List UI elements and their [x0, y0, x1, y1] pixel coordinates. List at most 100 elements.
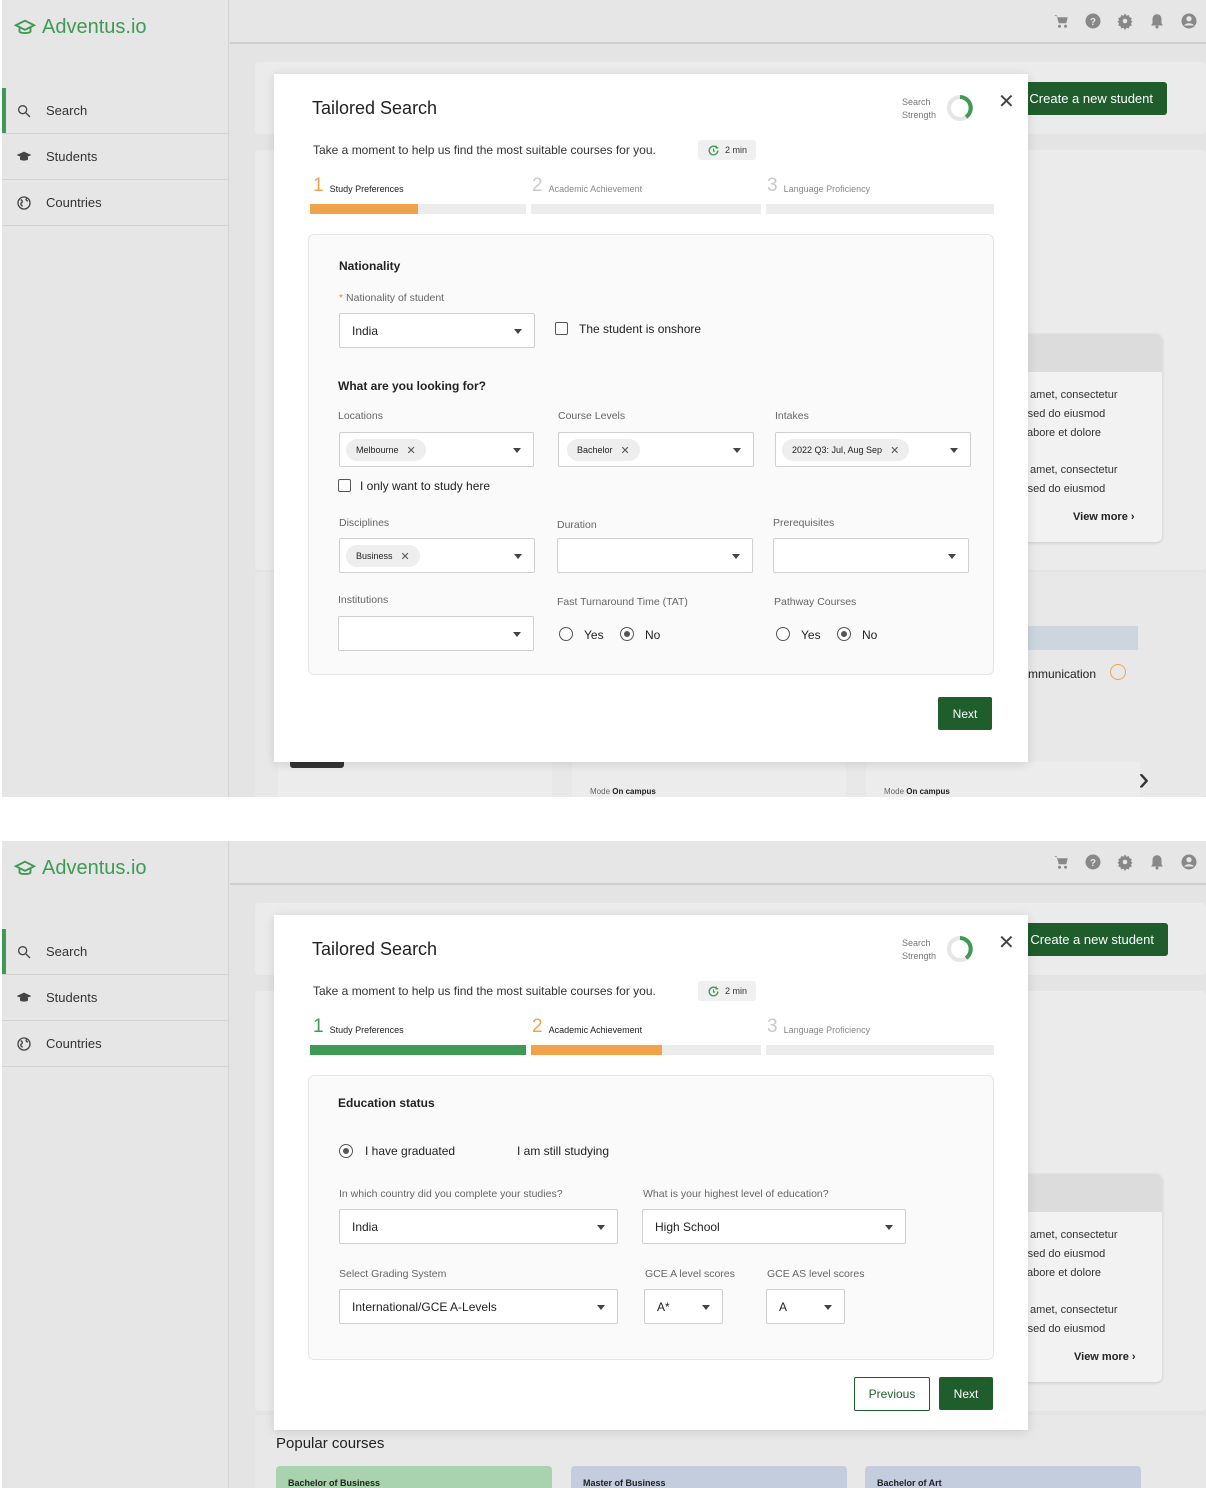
discipline-chip[interactable]: Business ✕	[346, 545, 420, 567]
study-country-select[interactable]: India	[339, 1209, 618, 1244]
locations-select[interactable]: Melbourne ✕	[339, 432, 534, 467]
step-progress-fill	[310, 204, 418, 214]
graduated-radio[interactable]	[339, 1144, 353, 1158]
bell-icon[interactable]	[1148, 853, 1166, 871]
account-icon[interactable]	[1180, 853, 1198, 871]
help-icon[interactable]: ?	[1084, 853, 1102, 871]
gear-icon[interactable]	[1116, 12, 1134, 30]
still-studying-option[interactable]: I am still studying	[517, 1144, 609, 1158]
next-button[interactable]: Next	[938, 697, 992, 730]
tat-yes-radio[interactable]	[559, 627, 573, 641]
sidebar-item-students[interactable]: Students	[2, 975, 229, 1021]
step-academic-achievement[interactable]: 2 Academic Achievement	[532, 1017, 642, 1037]
create-student-button[interactable]: Create a new student	[1016, 923, 1168, 956]
nationality-label-text: Nationality of student	[346, 292, 445, 304]
stepper: 1 Study Preferences 2 Academic Achievement…	[310, 176, 994, 216]
cart-icon[interactable]	[1052, 853, 1070, 871]
time-badge: 2 min	[698, 140, 757, 160]
sidebar-item-students[interactable]: Students	[2, 134, 229, 180]
remove-chip-icon[interactable]: ✕	[401, 550, 410, 563]
caret-down-icon	[514, 329, 522, 334]
intake-chip[interactable]: 2022 Q3: Jul, Aug Sep ✕	[782, 439, 910, 461]
close-icon[interactable]: ✕	[998, 933, 1015, 953]
create-student-button[interactable]: Create a new student	[1015, 82, 1167, 115]
remove-chip-icon[interactable]: ✕	[621, 444, 630, 457]
sidebar-item-search[interactable]: Search	[2, 929, 229, 975]
sidebar-item-search[interactable]: Search	[2, 88, 229, 134]
caret-down-icon	[950, 448, 958, 453]
top-bar: ?	[230, 0, 1206, 44]
gce-a-value: A*	[657, 1300, 670, 1314]
bell-icon[interactable]	[1148, 12, 1166, 30]
gce-a-label: GCE A level scores	[645, 1268, 735, 1280]
pathway-yes-label: Yes	[801, 628, 821, 642]
caret-down-icon	[513, 632, 521, 637]
onshore-label: The student is onshore	[579, 322, 702, 336]
disciplines-select[interactable]: Business ✕	[339, 538, 535, 573]
heart-icon[interactable]	[1110, 664, 1126, 680]
sidebar-item-label: Students	[46, 990, 98, 1005]
strength-label-line: Strength	[902, 951, 937, 961]
sidebar: Adventus.io Search Students Countries	[2, 0, 229, 797]
modal-title: Tailored Search	[312, 939, 438, 959]
course-mode: Mode On campus	[884, 787, 950, 796]
app-logo[interactable]: Adventus.io	[14, 16, 147, 39]
step-language-proficiency[interactable]: 3 Language Proficiency	[767, 176, 870, 196]
step-study-preferences[interactable]: 1 Study Preferences	[313, 1017, 404, 1037]
course-levels-select[interactable]: Bachelor ✕	[558, 432, 754, 467]
intakes-select[interactable]: 2022 Q3: Jul, Aug Sep ✕	[775, 432, 971, 467]
popular-course-item[interactable]: Master of Business	[571, 1466, 847, 1488]
onshore-checkbox[interactable]	[555, 322, 568, 335]
remove-chip-icon[interactable]: ✕	[890, 444, 899, 457]
grading-system-select[interactable]: International/GCE A-Levels	[339, 1289, 618, 1324]
intakes-label: Intakes	[775, 410, 809, 422]
highest-education-select[interactable]: High School	[642, 1209, 906, 1244]
strength-label-line: Strength	[902, 110, 937, 120]
previous-button[interactable]: Previous	[854, 1377, 930, 1411]
card-text: it labore et dolore	[1016, 427, 1101, 439]
gce-a-select[interactable]: A*	[644, 1289, 723, 1324]
pathway-yes-radio[interactable]	[776, 627, 790, 641]
step-number: 3	[767, 1016, 778, 1037]
step-progress-fill	[310, 1045, 526, 1055]
step-study-preferences[interactable]: 1 Study Preferences	[313, 176, 404, 196]
caret-down-icon	[824, 1305, 832, 1310]
sidebar-item-countries[interactable]: Countries	[2, 1021, 229, 1067]
only-study-here-checkbox[interactable]	[338, 479, 351, 492]
popular-course-item[interactable]: Bachelor of Art	[865, 1466, 1141, 1488]
pathway-label: Pathway Courses	[774, 596, 857, 608]
cart-icon[interactable]	[1052, 12, 1070, 30]
tat-no-radio[interactable]	[620, 627, 634, 641]
location-chip[interactable]: Melbourne ✕	[346, 439, 426, 461]
step-academic-achievement[interactable]: 2 Academic Achievement	[532, 176, 642, 196]
top-bar: ?	[230, 841, 1206, 885]
popular-course-item[interactable]: Bachelor of Business	[276, 1466, 552, 1488]
card-text: it, sed do eiusmod	[1016, 483, 1106, 495]
view-more-link[interactable]: View more ›	[1074, 1351, 1136, 1363]
nationality-select[interactable]: India	[339, 313, 535, 348]
duration-select[interactable]	[557, 538, 753, 573]
institutions-select[interactable]	[338, 616, 534, 651]
account-icon[interactable]	[1180, 12, 1198, 30]
next-button[interactable]: Next	[939, 1377, 993, 1410]
gear-icon[interactable]	[1116, 853, 1134, 871]
sidebar-item-countries[interactable]: Countries	[2, 180, 229, 226]
step-number: 1	[313, 1016, 324, 1037]
prerequisites-select[interactable]	[773, 538, 969, 573]
view-more-link[interactable]: View more ›	[1073, 511, 1135, 523]
course-level-chip[interactable]: Bachelor ✕	[567, 439, 640, 461]
chevron-right-icon: ›	[1131, 1351, 1136, 1363]
gce-as-select[interactable]: A	[766, 1289, 845, 1324]
remove-chip-icon[interactable]: ✕	[407, 444, 416, 457]
close-icon[interactable]: ✕	[998, 92, 1015, 112]
looking-for-heading: What are you looking for?	[338, 379, 487, 393]
app-logo[interactable]: Adventus.io	[14, 857, 147, 880]
step-language-proficiency[interactable]: 3 Language Proficiency	[767, 1017, 870, 1037]
card-text: sit amet, consectetur	[1016, 389, 1118, 401]
graduation-cap-icon	[16, 992, 32, 1002]
modal-subtitle: Take a moment to help us find the most s…	[313, 984, 656, 998]
tailored-search-modal: Tailored Search Search Strength ✕ Take a …	[274, 74, 1028, 762]
pathway-no-radio[interactable]	[837, 627, 851, 641]
modal-title: Tailored Search	[312, 98, 438, 118]
help-icon[interactable]: ?	[1084, 12, 1102, 30]
